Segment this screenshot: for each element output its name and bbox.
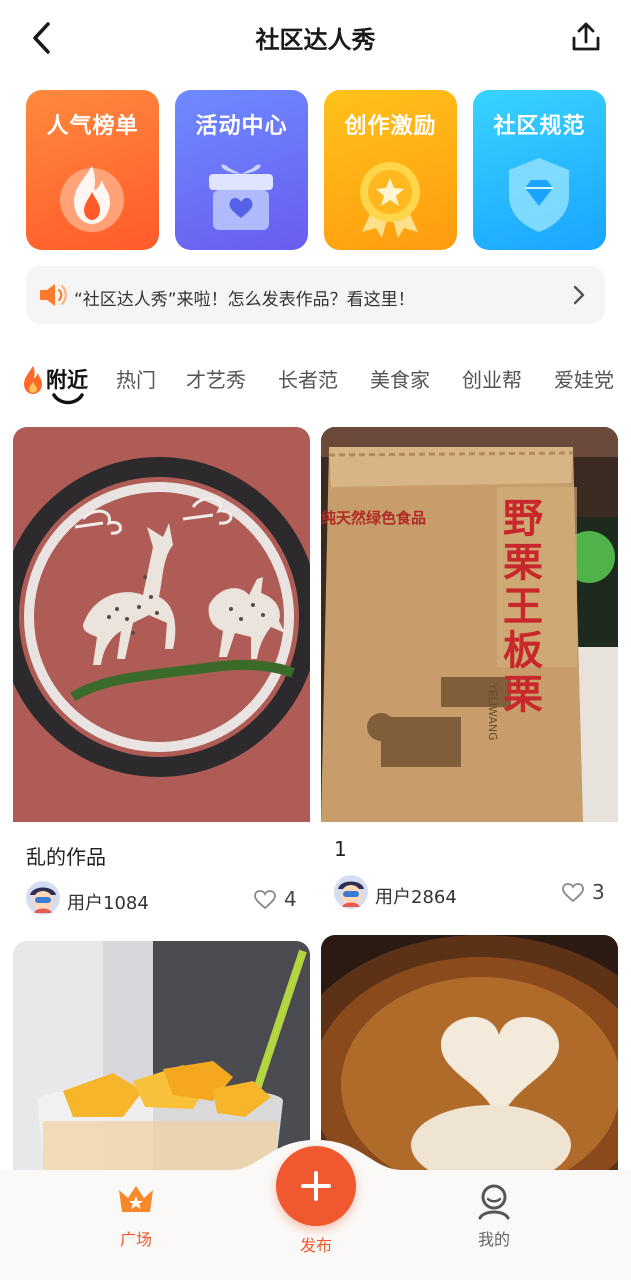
product-brand-text: 野栗王板栗 xyxy=(503,495,543,718)
post-image-latte-art xyxy=(321,935,618,1171)
publish-label: 发布 xyxy=(299,1236,332,1255)
chevron-right-icon xyxy=(573,285,585,305)
username: 用户1084 xyxy=(67,893,149,914)
notice-text: “社区达人秀”来啦！怎么发表作品？看这里！ xyxy=(74,290,415,310)
user-avatar-icon xyxy=(26,881,60,915)
share-button[interactable] xyxy=(569,20,603,54)
post-card[interactable]: 野栗王板栗 纯天然绿色食品 YELIWANG 1 用户2864 3 xyxy=(321,427,618,927)
post-card[interactable] xyxy=(321,935,618,1171)
card-activity-center[interactable]: 活动中心 xyxy=(175,90,308,250)
diamond-shield-icon xyxy=(509,158,569,232)
nav-mine[interactable]: 我的 xyxy=(458,1182,530,1250)
card-creation-incentive[interactable]: 创作激励 xyxy=(324,90,457,250)
plus-icon xyxy=(301,1171,331,1201)
card-label: 创作激励 xyxy=(344,114,437,139)
user-avatar-icon xyxy=(334,875,368,909)
active-tab-indicator xyxy=(52,393,84,405)
page-title: 社区达人秀 xyxy=(255,26,376,54)
post-title: 1 xyxy=(334,837,347,861)
post-card[interactable]: 乱的作品 用户1084 4 xyxy=(13,427,310,927)
tab-elders[interactable]: 长者范 xyxy=(278,364,338,393)
user-profile-icon xyxy=(478,1184,510,1220)
publish-button[interactable] xyxy=(276,1146,356,1226)
card-community-rules[interactable]: 社区规范 xyxy=(473,90,606,250)
username: 用户2864 xyxy=(375,887,457,908)
like-count: 3 xyxy=(592,880,605,904)
product-slogan-text: 纯天然绿色食品 xyxy=(321,509,427,527)
heart-icon[interactable] xyxy=(254,890,276,910)
gift-box-icon xyxy=(209,164,273,230)
card-label: 社区规范 xyxy=(493,114,586,139)
heart-icon[interactable] xyxy=(562,883,584,903)
flame-icon xyxy=(60,166,124,232)
nav-label: 我的 xyxy=(477,1230,510,1249)
post-card[interactable] xyxy=(13,941,310,1171)
notice-bar[interactable]: “社区达人秀”来啦！怎么发表作品？看这里！ xyxy=(26,266,605,324)
category-tabs: 附近 热门 才艺秀 长者范 美食家 创业帮 爱娃党 xyxy=(0,346,631,412)
post-image-chestnut-bag: 野栗王板栗 纯天然绿色食品 YELIWANG xyxy=(321,427,618,822)
tab-foodie[interactable]: 美食家 xyxy=(370,364,430,393)
flame-icon xyxy=(24,366,42,394)
post-title: 乱的作品 xyxy=(26,845,106,869)
feature-cards: 人气榜单 活动中心 创作激励 社区规范 xyxy=(26,90,606,250)
header: 社区达人秀 xyxy=(0,0,631,76)
nav-plaza[interactable]: 广场 xyxy=(100,1182,172,1250)
crown-star-icon xyxy=(119,1186,153,1212)
product-pinyin-text: YELIWANG xyxy=(486,683,499,741)
tab-hot[interactable]: 热门 xyxy=(116,364,156,393)
post-image-mango-drink xyxy=(13,941,310,1171)
post-image-chalk-deer xyxy=(13,427,310,822)
bottom-nav: 广场 发布 我的 xyxy=(0,1140,631,1280)
card-popularity-ranking[interactable]: 人气榜单 xyxy=(26,90,159,250)
star-medal-icon xyxy=(360,162,420,238)
share-upload-icon xyxy=(572,22,600,51)
tab-startup[interactable]: 创业帮 xyxy=(462,364,522,393)
avatar[interactable] xyxy=(334,875,368,909)
nav-label: 广场 xyxy=(119,1230,152,1249)
like-count: 4 xyxy=(284,887,297,911)
avatar[interactable] xyxy=(26,881,60,915)
card-label: 人气榜单 xyxy=(46,114,139,139)
tab-talent[interactable]: 才艺秀 xyxy=(186,364,246,393)
speaker-icon xyxy=(40,284,67,306)
tab-parenting[interactable]: 爱娃党 xyxy=(554,364,614,393)
card-label: 活动中心 xyxy=(195,114,288,139)
